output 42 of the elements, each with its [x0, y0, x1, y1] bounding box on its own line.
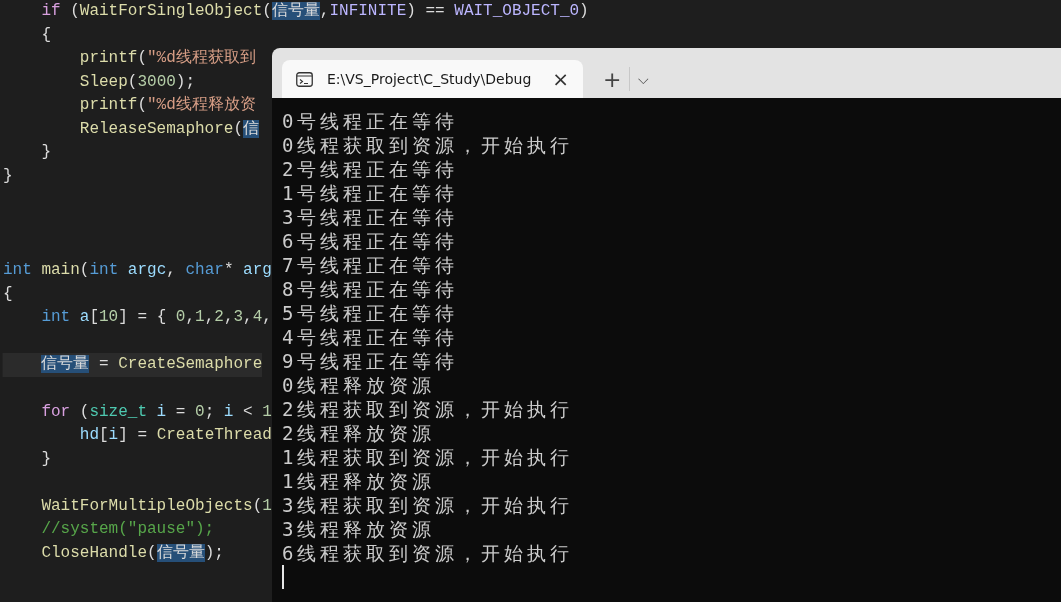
output-line: 2号线程正在等待 [282, 157, 460, 181]
code-line: WaitForMultipleObjects(1 [41, 495, 272, 517]
terminal-icon [296, 71, 313, 87]
code-line: hd[i] = CreateThread [79, 425, 272, 447]
code-line: printf("%d线程获取到 [79, 47, 256, 70]
output-line: 3线程获取到资源，开始执行 [282, 493, 575, 517]
output-line: 7号线程正在等待 [282, 253, 460, 277]
output-line: 2线程获取到资源，开始执行 [282, 397, 575, 421]
output-line: 2线程释放资源 [282, 421, 437, 445]
output-line: 3号线程正在等待 [282, 205, 460, 229]
code-line: } [41, 142, 51, 164]
code-line: { [3, 283, 13, 305]
output-line: 5号线程正在等待 [282, 301, 460, 325]
output-line: 8号线程正在等待 [282, 277, 460, 301]
output-line: 0线程释放资源 [282, 373, 437, 397]
dropdown-button[interactable]: ⌵ [630, 60, 658, 98]
output-line: 1线程释放资源 [282, 469, 437, 493]
code-line: //system("pause"); [41, 519, 215, 541]
terminal-tab[interactable]: E:\VS_Project\C_Study\Debug × [282, 60, 583, 98]
code-line: } [3, 165, 13, 187]
code-line: int a[10] = { 0,1,2,3,4, [41, 307, 272, 329]
code-line: printf("%d线程释放资 [79, 95, 256, 117]
code-line: if (WaitForSingleObject(信号量,INFINITE) == WAIT_OBJECT_0) [41, 1, 589, 22]
output-line: 1线程获取到资源，开始执行 [282, 445, 575, 469]
code-line: Sleep(3000); [79, 71, 196, 93]
new-tab-button[interactable]: + [595, 60, 630, 98]
code-line: ReleaseSemaphore(信 [79, 118, 260, 140]
close-button[interactable]: × [548, 69, 573, 89]
code-line: { [41, 24, 51, 46]
output-line: 0号线程正在等待 [282, 109, 460, 133]
output-line: 3线程释放资源 [282, 517, 437, 541]
text-cursor [282, 565, 284, 589]
output-line: 6号线程正在等待 [282, 229, 460, 253]
code-line: CloseHandle(信号量); [41, 542, 224, 564]
code-line: } [41, 448, 51, 470]
output-line: 0线程获取到资源，开始执行 [282, 133, 575, 157]
code-line: for (size_t i = 0; i < 1 [41, 401, 272, 423]
output-line: 6线程获取到资源，开始执行 [282, 541, 575, 565]
output-line: 4号线程正在等待 [282, 325, 460, 349]
output-line: 1号线程正在等待 [282, 181, 460, 205]
output-line: 9号线程正在等待 [282, 349, 460, 373]
code-line: int main(int argc, char* arg [3, 260, 272, 282]
